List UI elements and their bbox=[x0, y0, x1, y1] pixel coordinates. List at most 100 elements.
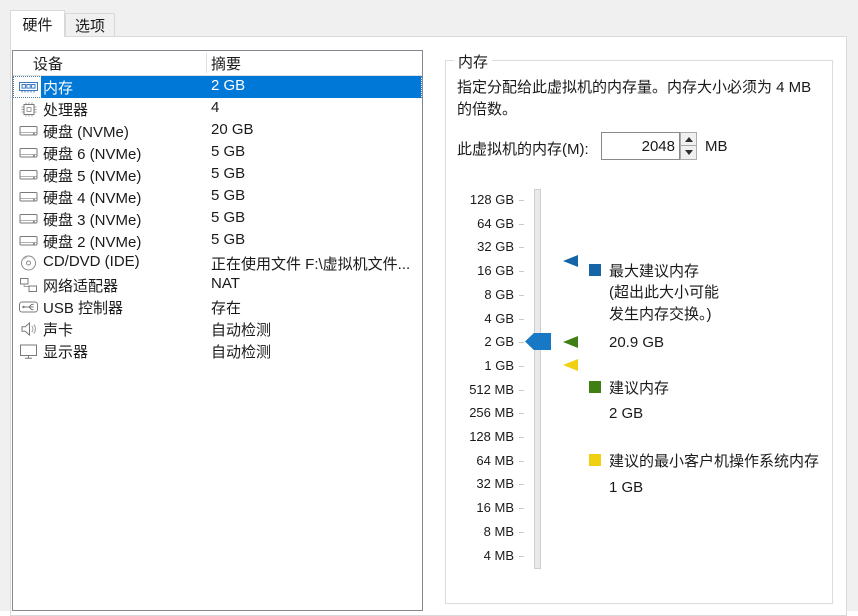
device-name: USB 控制器 bbox=[43, 297, 123, 318]
scale-tick-mark bbox=[519, 556, 524, 557]
table-row[interactable]: 网络适配器 NAT bbox=[13, 274, 422, 296]
scale-tick-label: 64 GB bbox=[448, 215, 514, 233]
scale-tick-mark bbox=[519, 224, 524, 225]
device-name: 声卡 bbox=[43, 319, 73, 340]
scale-tick-mark bbox=[519, 532, 524, 533]
scale-tick-label: 8 GB bbox=[448, 286, 514, 304]
scale-tick-label: 32 GB bbox=[448, 238, 514, 256]
scale-tick-label: 256 MB bbox=[448, 404, 514, 422]
column-divider bbox=[206, 53, 207, 73]
device-name: 硬盘 3 (NVMe) bbox=[43, 209, 141, 230]
device-summary: 存在 bbox=[211, 297, 241, 318]
tab-hardware[interactable]: 硬件 bbox=[10, 10, 65, 37]
disk-icon bbox=[18, 144, 40, 162]
vm-settings-dialog: 硬件 选项 设备 摘要 内存2 GB处理器4硬盘 (NVMe)20 GB硬盘 6… bbox=[0, 0, 858, 611]
memory-icon bbox=[18, 78, 40, 96]
max-memory-note-line1: (超出此大小可能 bbox=[609, 282, 719, 304]
device-name: 硬盘 4 (NVMe) bbox=[43, 187, 141, 208]
table-row[interactable]: 处理器 4 bbox=[13, 98, 422, 120]
scale-tick-mark bbox=[519, 508, 524, 509]
scale-tick-label: 8 MB bbox=[448, 523, 514, 541]
device-summary: 正在使用文件 F:\虚拟机文件... bbox=[211, 253, 410, 274]
memory-description: 指定分配给此虚拟机的内存量。内存大小必须为 4 MB 的倍数。 bbox=[457, 77, 825, 121]
memory-groupbox: 内存 指定分配给此虚拟机的内存量。内存大小必须为 4 MB 的倍数。 此虚拟机的… bbox=[445, 60, 833, 604]
minimum-memory-marker-icon bbox=[563, 359, 578, 371]
recommended-memory-legend-icon bbox=[589, 381, 601, 393]
device-name: 处理器 bbox=[43, 99, 88, 120]
table-row[interactable]: 硬盘 3 (NVMe)5 GB bbox=[13, 208, 422, 230]
memory-amount-label: 此虚拟机的内存(M): bbox=[457, 138, 589, 159]
disk-icon bbox=[18, 210, 40, 228]
max-memory-legend-note: (超出此大小可能 发生内存交换。) bbox=[609, 282, 719, 326]
device-summary: 5 GB bbox=[211, 231, 245, 248]
scale-tick-label: 64 MB bbox=[448, 452, 514, 470]
scale-tick-mark bbox=[519, 484, 524, 485]
minimum-memory-legend-label: 建议的最小客户机操作系统内存 bbox=[609, 450, 819, 471]
device-summary: 5 GB bbox=[211, 187, 245, 204]
device-table-header[interactable]: 设备 摘要 bbox=[13, 51, 422, 76]
max-memory-legend-label: 最大建议内存 bbox=[609, 260, 699, 281]
scale-tick-mark bbox=[519, 271, 524, 272]
table-row[interactable]: 硬盘 5 (NVMe)5 GB bbox=[13, 164, 422, 186]
device-name: 网络适配器 bbox=[43, 275, 118, 296]
scale-tick-mark bbox=[519, 461, 524, 462]
table-row[interactable]: 硬盘 4 (NVMe) 5 GB bbox=[13, 186, 422, 208]
table-row[interactable]: 硬盘 6 (NVMe)5 GB bbox=[13, 142, 422, 164]
tab-hardware-label: 硬件 bbox=[22, 14, 52, 35]
scale-tick-mark bbox=[519, 413, 524, 414]
tab-options[interactable]: 选项 bbox=[65, 13, 115, 36]
column-header-device[interactable]: 设备 bbox=[33, 53, 63, 74]
scale-tick-label: 1 GB bbox=[448, 357, 514, 375]
device-rows: 内存2 GB处理器4硬盘 (NVMe)20 GB硬盘 6 (NVMe)5 GB硬… bbox=[13, 76, 422, 362]
scale-tick-label: 128 GB bbox=[448, 191, 514, 209]
device-name: 内存 bbox=[43, 77, 73, 98]
table-row[interactable]: 内存2 GB bbox=[13, 76, 422, 98]
disk-icon bbox=[18, 122, 40, 140]
table-row[interactable]: 硬盘 2 (NVMe) 5 GB bbox=[13, 230, 422, 252]
table-row[interactable]: 声卡 自动检测 bbox=[13, 318, 422, 340]
device-name: 硬盘 6 (NVMe) bbox=[43, 143, 141, 164]
table-row[interactable]: CD/DVD (IDE) 正在使用文件 F:\虚拟机文件... bbox=[13, 252, 422, 274]
memory-spinner bbox=[601, 132, 697, 160]
scale-tick-label: 4 GB bbox=[448, 310, 514, 328]
device-summary: 自动检测 bbox=[211, 341, 271, 362]
memory-slider-thumb[interactable] bbox=[525, 333, 551, 350]
scale-tick-mark bbox=[519, 390, 524, 391]
max-memory-marker-icon bbox=[563, 255, 578, 267]
scale-tick-label: 32 MB bbox=[448, 475, 514, 493]
sound-icon bbox=[18, 320, 40, 338]
scale-tick-label: 512 MB bbox=[448, 381, 514, 399]
memory-amount-input[interactable] bbox=[601, 132, 680, 160]
scale-tick-label: 2 GB bbox=[448, 333, 514, 351]
tab-options-label: 选项 bbox=[75, 15, 105, 36]
spinner-up-button[interactable] bbox=[680, 132, 697, 146]
network-icon bbox=[18, 276, 40, 294]
max-memory-value: 20.9 GB bbox=[609, 334, 664, 351]
recommended-memory-marker-icon bbox=[563, 336, 578, 348]
memory-slider-track[interactable] bbox=[534, 189, 541, 569]
scale-tick-mark bbox=[519, 437, 524, 438]
device-summary: 4 bbox=[211, 99, 219, 116]
scale-tick-label: 16 GB bbox=[448, 262, 514, 280]
spinner-up-icon bbox=[685, 137, 693, 142]
table-row[interactable]: USB 控制器 存在 bbox=[13, 296, 422, 318]
device-name: CD/DVD (IDE) bbox=[43, 253, 140, 270]
usb-icon bbox=[18, 298, 40, 316]
device-summary: 自动检测 bbox=[211, 319, 271, 340]
display-icon bbox=[18, 342, 40, 360]
scale-tick-label: 16 MB bbox=[448, 499, 514, 517]
scale-tick-mark bbox=[519, 366, 524, 367]
spinner-down-icon bbox=[685, 150, 693, 155]
scale-tick-label: 4 MB bbox=[448, 547, 514, 565]
device-name: 硬盘 2 (NVMe) bbox=[43, 231, 141, 252]
max-memory-legend-icon bbox=[589, 264, 601, 276]
scale-tick-mark bbox=[519, 295, 524, 296]
device-summary: NAT bbox=[211, 275, 240, 292]
device-name: 硬盘 5 (NVMe) bbox=[43, 165, 141, 186]
table-row[interactable]: 硬盘 (NVMe)20 GB bbox=[13, 120, 422, 142]
memory-groupbox-title: 内存 bbox=[454, 51, 492, 72]
column-header-summary[interactable]: 摘要 bbox=[211, 53, 241, 74]
table-row[interactable]: 显示器自动检测 bbox=[13, 340, 422, 362]
disk-icon bbox=[18, 188, 40, 206]
spinner-down-button[interactable] bbox=[680, 146, 697, 160]
